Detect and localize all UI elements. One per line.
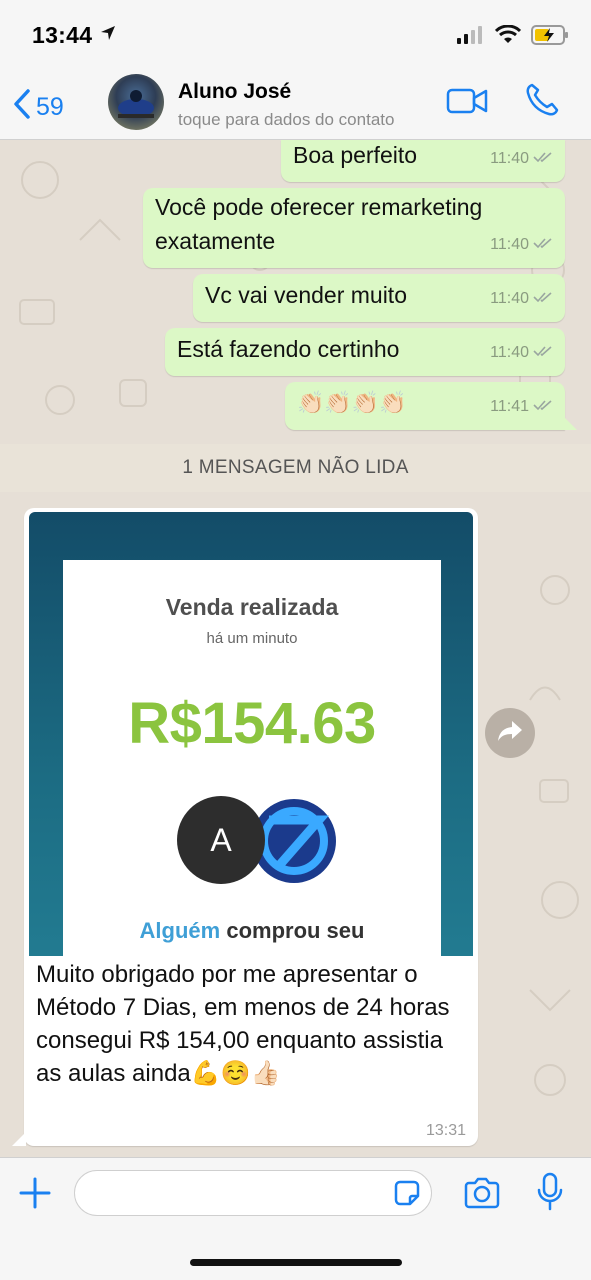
chat-area[interactable]: Boa perfeito 11:40 Você pode oferecer re… (0, 140, 591, 1157)
double-check-icon (533, 142, 553, 176)
outgoing-message[interactable]: 👏🏻👏🏻👏🏻👏🏻 11:41 (285, 382, 577, 430)
outgoing-message[interactable]: Boa perfeito 11:40 (281, 140, 565, 182)
message-meta: 11:41 (490, 390, 553, 424)
message-time: 11:40 (490, 290, 529, 307)
message-text: 👏🏻👏🏻👏🏻👏🏻 (297, 390, 407, 415)
message-time: 13:31 (425, 1122, 466, 1139)
status-bar: 13:44 (0, 0, 591, 70)
message-time: 11:40 (490, 344, 529, 361)
sale-description-rest: comprou seu (226, 918, 365, 943)
outgoing-message[interactable]: Vc vai vender muito 11:40 (193, 274, 565, 322)
outgoing-message[interactable]: Você pode oferecer remarketing exatament… (143, 188, 565, 268)
video-call-icon[interactable] (446, 86, 488, 121)
double-check-icon (533, 228, 553, 262)
unread-banner: 1 MENSAGEM NÃO LIDA (0, 444, 591, 492)
sale-description-highlight: Alguém (139, 918, 221, 943)
location-arrow-icon (100, 25, 116, 46)
sale-description: Alguém comprou seu (63, 918, 441, 944)
message-meta: 11:40 (490, 282, 553, 316)
back-button[interactable]: 59 (12, 88, 64, 127)
message-text: Está fazendo certinho (177, 336, 400, 362)
message-text: Boa perfeito (293, 142, 418, 168)
camera-icon[interactable] (462, 1176, 502, 1215)
sale-title: Venda realizada (165, 594, 339, 620)
message-meta: 11:40 (490, 228, 553, 262)
sticker-icon[interactable] (392, 1178, 422, 1213)
incoming-message[interactable]: Venda realizada há um minuto R$154.63 A … (12, 508, 478, 1146)
double-check-icon (533, 336, 553, 370)
sale-amount: R$154.63 (128, 691, 376, 756)
chat-header: 59 Aluno José toque para dados do contat… (0, 70, 591, 140)
plus-icon[interactable] (18, 1176, 52, 1215)
microphone-icon[interactable] (536, 1172, 564, 1217)
contact-subtitle[interactable]: toque para dados do contato (178, 110, 394, 130)
message-time: 11:40 (490, 236, 529, 253)
back-chevron-icon (12, 88, 32, 127)
message-text: Vc vai vender muito (205, 282, 407, 308)
bubble-tail (563, 416, 577, 430)
forward-button[interactable] (485, 708, 535, 758)
double-check-icon (533, 282, 553, 316)
battery-charging-icon (531, 25, 569, 50)
contact-avatar[interactable] (108, 74, 164, 130)
status-indicators (457, 24, 569, 50)
bubble-tail (12, 1132, 26, 1146)
message-meta: 11:40 (490, 142, 553, 176)
sale-screenshot-image[interactable]: Venda realizada há um minuto R$154.63 A … (29, 512, 473, 956)
sale-time: há um minuto (206, 630, 298, 647)
signal-icon (457, 26, 485, 49)
contact-name[interactable]: Aluno José (178, 80, 291, 104)
status-time: 13:44 (32, 22, 93, 48)
wifi-icon (494, 24, 522, 50)
phone-icon[interactable] (524, 82, 560, 123)
message-input[interactable] (74, 1170, 432, 1216)
message-meta: 11:40 (490, 336, 553, 370)
forward-icon (497, 720, 523, 747)
message-time: 11:41 (490, 398, 529, 415)
message-caption: Muito obrigado por me apresentar o Métod… (36, 961, 450, 1087)
outgoing-message[interactable]: Está fazendo certinho 11:40 (165, 328, 565, 376)
sale-card: Venda realizada há um minuto R$154.63 A … (63, 560, 441, 956)
back-count: 59 (36, 93, 64, 121)
buyer-avatar: A (177, 796, 265, 884)
double-check-icon (533, 390, 553, 424)
message-time: 11:40 (490, 150, 529, 167)
home-indicator (190, 1259, 402, 1266)
